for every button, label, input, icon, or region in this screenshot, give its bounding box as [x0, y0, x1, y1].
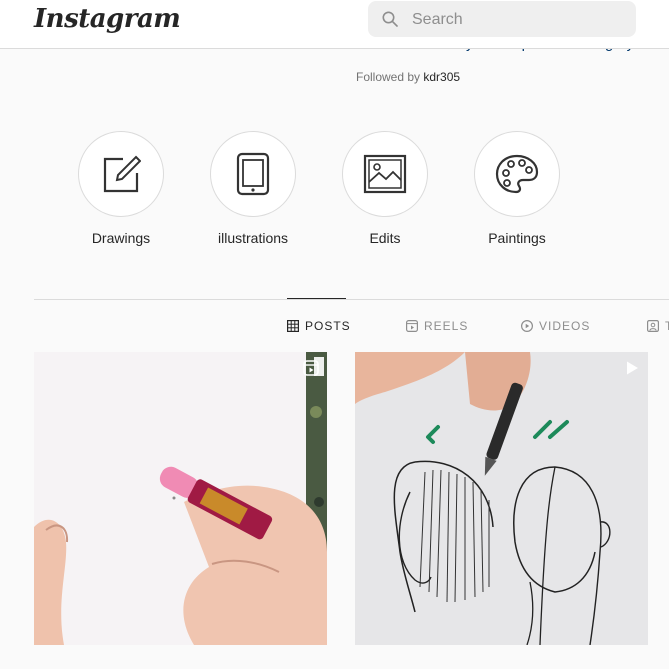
tablet-icon: [236, 152, 270, 196]
highlight-edits[interactable]: Edits: [342, 131, 428, 246]
search-icon: [382, 11, 398, 27]
play-icon: [521, 320, 533, 332]
top-navigation-bar: Instagram Search: [0, 0, 669, 49]
tagged-icon: [647, 320, 659, 332]
tab-label: VIDEOS: [539, 319, 591, 333]
search-box[interactable]: Search: [368, 1, 636, 37]
tab-label: T: [665, 319, 669, 333]
pencil-square-icon: [103, 155, 141, 193]
instagram-logo[interactable]: Instagram: [34, 4, 181, 34]
highlight-cover[interactable]: [342, 131, 428, 217]
section-divider: [34, 299, 669, 300]
active-tab-indicator: [287, 298, 346, 299]
highlight-drawings[interactable]: Drawings: [78, 131, 164, 246]
tab-label: REELS: [424, 319, 469, 333]
tab-posts[interactable]: POSTS: [287, 319, 351, 333]
reels-icon: [303, 360, 319, 376]
highlight-label: Paintings: [488, 230, 546, 246]
highlight-illustrations[interactable]: illustrations: [210, 131, 296, 246]
tab-videos[interactable]: VIDEOS: [521, 319, 590, 333]
tab-tagged[interactable]: T: [647, 319, 669, 333]
followed-by-username[interactable]: kdr305: [423, 70, 460, 84]
tab-label: POSTS: [305, 319, 351, 333]
reels-icon: [406, 320, 418, 332]
post-thumbnail[interactable]: [34, 352, 327, 645]
highlight-paintings[interactable]: Paintings: [474, 131, 560, 246]
tab-reels[interactable]: REELS: [406, 319, 468, 333]
highlight-cover[interactable]: [210, 131, 296, 217]
palette-icon: [495, 154, 539, 194]
highlight-label: Drawings: [91, 230, 151, 246]
image-icon: [363, 154, 407, 194]
followed-by-label: Followed by: [356, 70, 421, 84]
followed-by: Followed by kdr305: [356, 70, 460, 84]
highlight-cover[interactable]: [474, 131, 560, 217]
post-image-hair-drawing: [355, 352, 648, 645]
play-icon: [627, 361, 638, 375]
post-image-crayon-drawing: [34, 352, 327, 645]
highlight-label: illustrations: [217, 230, 289, 246]
search-placeholder: Search: [412, 11, 463, 28]
highlight-cover[interactable]: [78, 131, 164, 217]
highlight-label: Edits: [369, 230, 401, 246]
post-thumbnail[interactable]: [355, 352, 648, 645]
grid-icon: [287, 320, 299, 332]
